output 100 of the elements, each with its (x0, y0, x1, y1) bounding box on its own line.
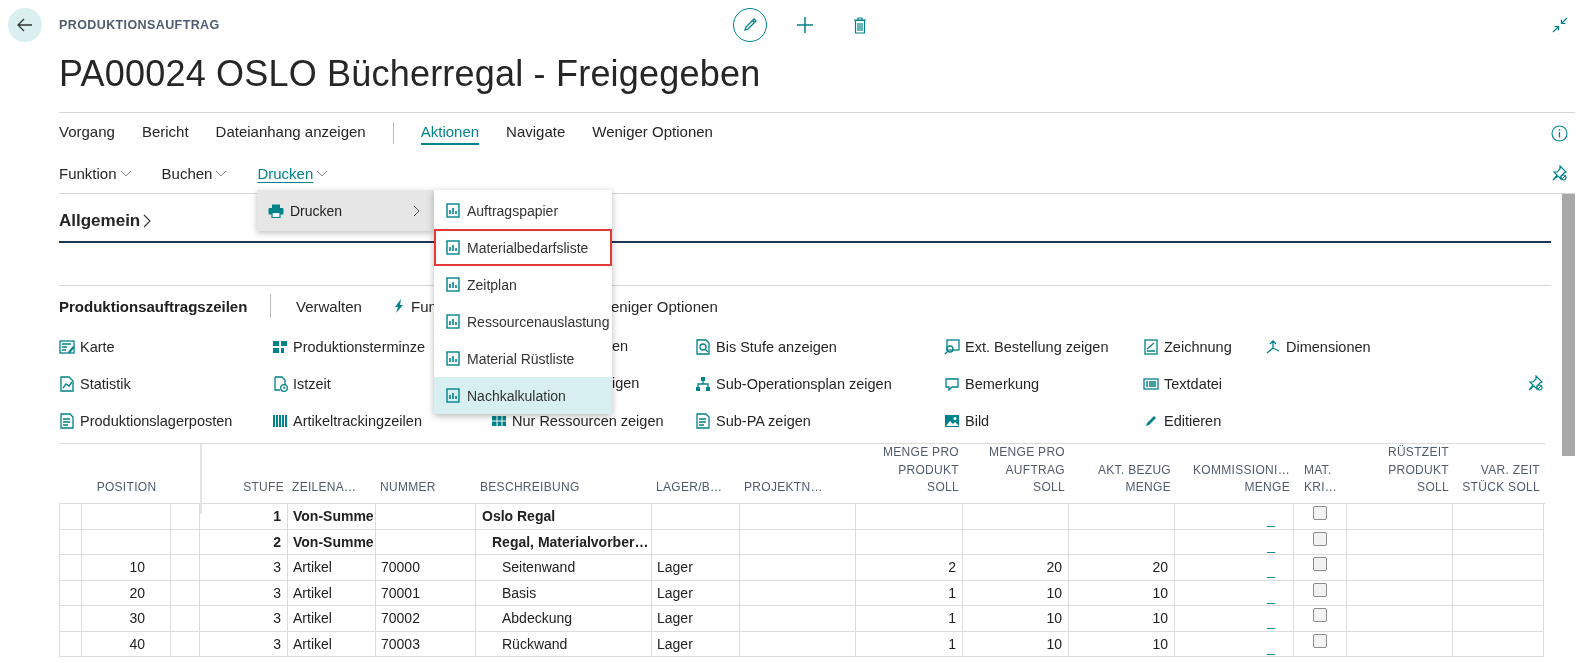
action-item[interactable]: Statistik (59, 365, 131, 402)
menu-item[interactable]: Auftragspapier (434, 192, 612, 229)
clock-document-icon (272, 375, 288, 392)
checkbox[interactable] (1313, 582, 1327, 597)
action-tab[interactable]: Bericht (141, 121, 189, 145)
table-cell: Lager (652, 631, 740, 657)
table-cell: 3 (200, 631, 288, 657)
pin-icon[interactable] (1527, 375, 1544, 392)
table-cell: 70000 (376, 555, 476, 581)
action-tab[interactable]: Weniger Optionen (592, 121, 713, 145)
checkbox[interactable] (1313, 531, 1327, 546)
collapse-icon[interactable] (1552, 17, 1568, 33)
report-icon (446, 203, 460, 218)
table-cell: Abdeckung (476, 606, 652, 632)
table-cell: 1 (856, 580, 963, 606)
table-cell: Lager (652, 580, 740, 606)
add-icon[interactable] (797, 17, 813, 33)
action-tab[interactable]: Aktionen (420, 121, 480, 145)
column-header[interactable]: STUFE (243, 479, 284, 497)
action-item[interactable]: Sub-Operationsplan zeigen (695, 365, 892, 402)
back-button[interactable] (8, 8, 42, 42)
pin-icon[interactable] (1551, 164, 1568, 182)
table-cell: 3 (200, 580, 288, 606)
toolbar-item[interactable]: Verwalten (296, 297, 362, 315)
action-item[interactable]: Istzeit (272, 365, 331, 402)
link[interactable]: _ (1267, 587, 1287, 604)
column-header[interactable]: POSITION (96, 479, 157, 497)
column-header[interactable]: BESCHREIBUNG (480, 479, 580, 497)
action-item[interactable]: Karte (59, 328, 115, 365)
link[interactable]: _ (1267, 562, 1287, 579)
menu-item[interactable]: Zeitplan (434, 266, 612, 303)
table-cell: 40 (82, 631, 171, 657)
action-item[interactable]: Zeichnung (1143, 328, 1232, 365)
delete-icon[interactable] (853, 16, 867, 34)
table-cell: Von-Summe (288, 504, 376, 530)
menu-item[interactable]: Nachkalkulation (434, 377, 612, 414)
checkbox[interactable] (1313, 557, 1327, 572)
column-header[interactable]: MENGE PRO PRODUKT SOLL (882, 444, 959, 497)
action-item[interactable]: Artikeltrackingzeilen (272, 402, 422, 440)
action-item[interactable]: Produktionsterminze (272, 328, 426, 365)
action-item[interactable]: Dimensionen (1265, 328, 1371, 365)
table-cell: 10 (963, 580, 1069, 606)
action-item[interactable]: Editieren (1143, 402, 1222, 440)
column-header[interactable]: NUMMER (380, 479, 436, 497)
menu-button[interactable]: Funktion (59, 164, 132, 182)
table-cell (59, 580, 82, 606)
link[interactable]: _ (1267, 536, 1287, 553)
action-item[interactable]: Textdatei (1143, 365, 1223, 402)
action-item[interactable]: Bis Stufe anzeigen (695, 328, 837, 365)
checkbox[interactable] (1313, 633, 1327, 648)
column-header[interactable]: KOMMISSIONI… MENGE (1193, 461, 1290, 497)
column-header[interactable]: PROJEKTN… (744, 479, 823, 497)
column-header[interactable]: LAGER/B… (656, 479, 723, 497)
arrows-icon (1265, 338, 1281, 355)
link[interactable]: _ (1267, 638, 1287, 655)
column-header[interactable]: ZEILENA… (292, 479, 357, 497)
column-header[interactable]: AKT. BEZUG MENGE (1098, 461, 1171, 497)
table-icon (491, 413, 507, 429)
action-item[interactable]: Ext. Bestellung zeigen (944, 328, 1109, 365)
toolbar-item[interactable]: eniger Optionen (611, 297, 718, 315)
table-cell: 10 (963, 606, 1069, 632)
menu-item[interactable]: Ressourcenauslastung (434, 303, 612, 340)
scrollbar-thumb[interactable] (1562, 194, 1575, 456)
table-cell: Artikel (288, 606, 376, 632)
section-header[interactable]: Allgemein (59, 211, 152, 231)
column-header[interactable]: VAR. ZEIT STÜCK SOLL (1462, 461, 1540, 497)
action-item[interactable]: Produktionslagerposten (59, 402, 233, 440)
part-title: Produktionsauftragszeilen (59, 297, 249, 315)
action-item[interactable]: igen (612, 365, 640, 402)
action-item[interactable]: Bemerkung (944, 365, 1040, 402)
table-cell: 20 (82, 580, 171, 606)
action-item[interactable]: en (612, 328, 629, 365)
action-tab[interactable]: Navigate (506, 121, 566, 145)
column-header[interactable]: MENGE PRO AUFTRAG SOLL (988, 444, 1065, 497)
table-cell: 70003 (376, 631, 476, 657)
menu-button[interactable]: Buchen (161, 164, 228, 182)
action-item[interactable]: Sub-PA zeigen (695, 402, 811, 440)
checkbox[interactable] (1313, 608, 1327, 623)
column-header[interactable]: MAT. KRI… (1303, 461, 1338, 497)
table-cell (59, 606, 82, 632)
page-caption: PRODUKTIONSAUFTRAG (59, 18, 221, 32)
table-cell: Lager (652, 555, 740, 581)
info-icon[interactable] (1551, 124, 1568, 142)
menu-item[interactable]: Materialbedarfsliste (434, 229, 612, 266)
action-tab[interactable]: Dateianhang anzeigen (215, 121, 366, 145)
arrow-left-icon (17, 18, 33, 32)
report-icon (446, 240, 460, 255)
report-icon (446, 314, 460, 329)
menu-button[interactable]: Drucken (257, 164, 329, 182)
action-tab[interactable]: Vorgang (59, 121, 115, 145)
table-cell (59, 555, 82, 581)
table-cell: 10 (82, 555, 171, 581)
checkbox[interactable] (1313, 506, 1327, 521)
chevron-right-icon (143, 214, 152, 228)
link[interactable]: _ (1267, 511, 1287, 528)
action-item[interactable]: Bild (944, 402, 990, 440)
column-header[interactable]: RÜSTZEIT PRODUKT SOLL (1387, 444, 1449, 497)
link[interactable]: _ (1267, 613, 1287, 630)
menu-item[interactable]: Drucken (257, 190, 434, 231)
menu-item[interactable]: Material Rüstliste (434, 340, 612, 377)
